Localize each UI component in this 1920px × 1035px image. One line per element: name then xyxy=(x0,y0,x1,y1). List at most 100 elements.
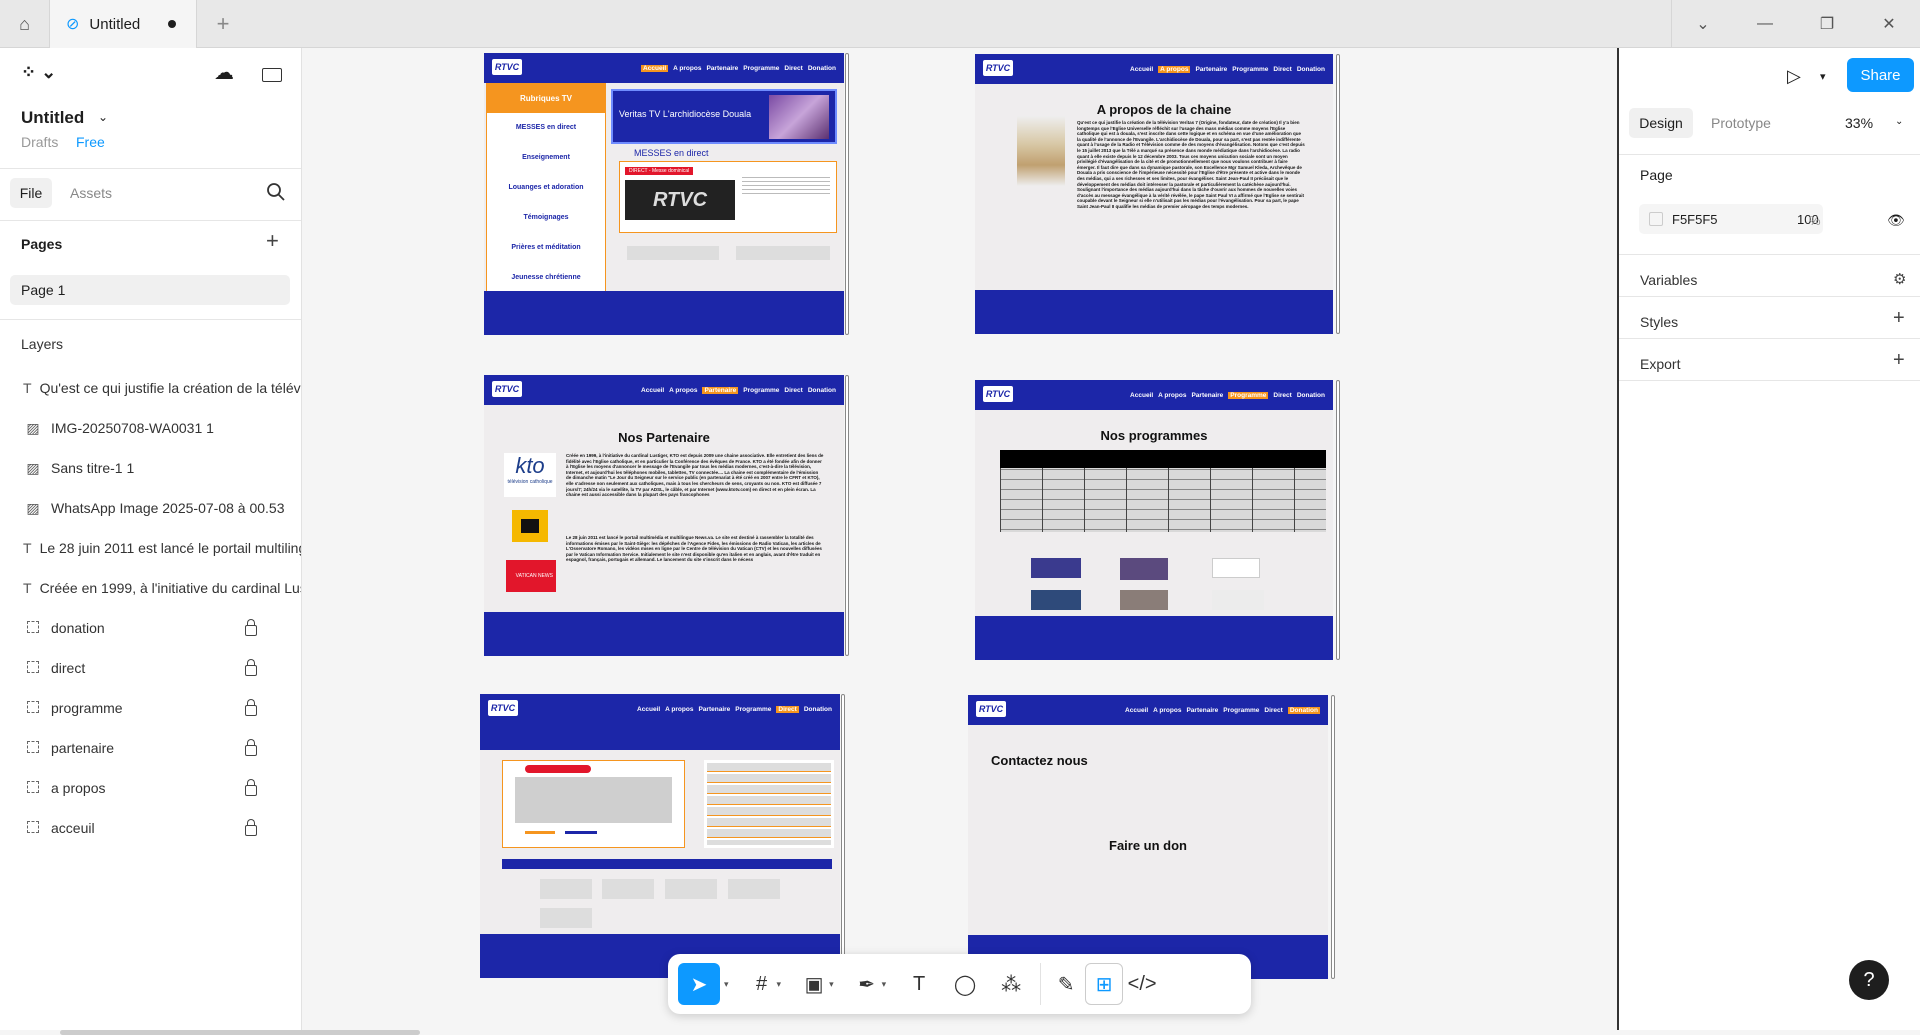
nav-apropos[interactable]: A propos xyxy=(1158,65,1191,73)
layer-row[interactable]: ▨ IMG-20250708-WA0031 1 xyxy=(0,408,301,448)
nav-programme[interactable]: Programme xyxy=(743,387,779,394)
nav-apropos[interactable]: A propos xyxy=(1153,707,1181,714)
location-drafts[interactable]: Drafts xyxy=(21,134,58,150)
layer-row[interactable]: ▨ WhatsApp Image 2025-07-08 à 00.53 xyxy=(0,488,301,528)
nav-accueil[interactable]: Accueil xyxy=(1130,66,1153,73)
layer-row[interactable]: programme xyxy=(0,688,301,728)
home-icon[interactable]: ⌂ xyxy=(0,0,50,48)
move-tool-icon[interactable]: ➤ xyxy=(678,963,720,1005)
layer-row[interactable]: T Le 28 juin 2011 est lancé le portail mu… xyxy=(0,528,301,568)
nav-donation[interactable]: Donation xyxy=(808,65,836,72)
nav-partenaire[interactable]: Partenaire xyxy=(1195,66,1227,73)
zoom-level[interactable]: 33% xyxy=(1845,115,1873,131)
nav-direct[interactable]: Direct xyxy=(1264,707,1282,714)
nav-donation[interactable]: Donation xyxy=(1287,706,1320,714)
layer-row[interactable]: partenaire xyxy=(0,728,301,768)
add-export-button[interactable]: + xyxy=(1893,349,1905,372)
help-button[interactable]: ? xyxy=(1849,960,1889,1000)
layer-row[interactable]: T Créée en 1999, à l'initiative du cardin… xyxy=(0,568,301,608)
plan-badge[interactable]: Free xyxy=(76,134,105,150)
lock-icon[interactable] xyxy=(245,619,257,636)
frame-programme[interactable]: RTVC Accueil A propos Partenaire Programme D… xyxy=(975,380,1333,660)
nav-accueil[interactable]: Accueil xyxy=(641,64,669,72)
nav-apropos[interactable]: A propos xyxy=(673,65,701,72)
color-swatch[interactable] xyxy=(1649,212,1663,226)
variables-settings-icon[interactable]: ⚙ xyxy=(1893,270,1906,288)
chevron-down-icon[interactable]: ⌄ xyxy=(1672,0,1734,48)
layer-row[interactable]: ▨ Sans titre-1 1 xyxy=(0,448,301,488)
frame-scrollbar[interactable] xyxy=(1331,695,1335,979)
restore-button[interactable]: ❐ xyxy=(1796,0,1858,48)
frame-donation[interactable]: RTVC Accueil A propos Partenaire Programme D… xyxy=(968,695,1328,979)
nav-partenaire[interactable]: Partenaire xyxy=(698,706,730,713)
page-item[interactable]: Page 1 xyxy=(10,275,290,305)
nav-apropos[interactable]: A propos xyxy=(1158,392,1186,399)
add-page-button[interactable]: + xyxy=(266,228,279,254)
frame-scrollbar[interactable] xyxy=(1336,54,1340,334)
rubrique-item[interactable]: Louanges et adoration xyxy=(487,173,605,203)
chevron-down-icon[interactable]: ⌄ xyxy=(1895,116,1903,127)
rubrique-item[interactable]: Prières et méditation xyxy=(487,233,605,263)
frame-direct[interactable]: RTVC Accueil A propos Partenaire Programme D… xyxy=(480,694,840,978)
layer-row[interactable]: acceuil xyxy=(0,808,301,848)
file-tab-button[interactable]: File xyxy=(10,178,52,208)
eye-icon[interactable]: 👁 xyxy=(1887,212,1905,229)
frame-scrollbar[interactable] xyxy=(845,375,849,656)
nav-partenaire[interactable]: Partenaire xyxy=(706,65,738,72)
chevron-down-icon[interactable]: ▾ xyxy=(724,979,729,990)
draw-mode-icon[interactable]: ✎ xyxy=(1047,963,1085,1005)
lock-icon[interactable] xyxy=(245,699,257,716)
dev-mode-icon[interactable]: </> xyxy=(1123,963,1161,1005)
nav-donation[interactable]: Donation xyxy=(804,706,832,713)
offline-cloud-icon[interactable]: ☁ xyxy=(214,60,234,85)
nav-programme[interactable]: Programme xyxy=(1223,707,1259,714)
frame-partenaire[interactable]: RTVC Accueil A propos Partenaire Programme D… xyxy=(484,375,844,656)
horizontal-scrollbar[interactable] xyxy=(60,1030,420,1035)
design-tab[interactable]: Design xyxy=(1629,108,1693,138)
layer-row[interactable]: direct xyxy=(0,648,301,688)
frame-acceuil[interactable]: RTVC Accueil A propos Partenaire Programme D… xyxy=(484,53,844,335)
nav-partenaire[interactable]: Partenaire xyxy=(702,386,739,394)
rubrique-item[interactable]: Enseignement xyxy=(487,143,605,173)
nav-partenaire[interactable]: Partenaire xyxy=(1191,392,1223,399)
chevron-down-icon[interactable]: ⌄ xyxy=(98,110,108,124)
frame-scrollbar[interactable] xyxy=(1336,380,1340,660)
nav-direct[interactable]: Direct xyxy=(784,65,802,72)
minimize-button[interactable]: — xyxy=(1734,0,1796,48)
frame-a-propos[interactable]: RTVC Accueil A propos Partenaire Programme D… xyxy=(975,54,1333,334)
nav-apropos[interactable]: A propos xyxy=(665,706,693,713)
nav-direct[interactable]: Direct xyxy=(1273,392,1291,399)
layer-row[interactable]: donation xyxy=(0,608,301,648)
project-name[interactable]: Untitled xyxy=(21,108,84,128)
actions-tool-icon[interactable]: ⁂ xyxy=(988,963,1034,1005)
lock-icon[interactable] xyxy=(245,659,257,676)
design-mode-icon[interactable]: ⊞ xyxy=(1085,963,1124,1005)
play-icon[interactable]: ▷ xyxy=(1787,66,1801,87)
new-tab-button[interactable]: + xyxy=(205,0,241,48)
rubrique-item[interactable]: Jeunesse chrétienne xyxy=(487,263,605,293)
chevron-down-icon[interactable]: ▾ xyxy=(882,979,887,990)
add-style-button[interactable]: + xyxy=(1893,307,1905,330)
chevron-down-icon[interactable]: ▾ xyxy=(777,979,782,990)
nav-programme[interactable]: Programme xyxy=(1232,66,1268,73)
comment-tool-icon[interactable]: ◯ xyxy=(942,963,988,1005)
file-tab[interactable]: ⊘ Untitled xyxy=(50,0,197,48)
nav-partenaire[interactable]: Partenaire xyxy=(1186,707,1218,714)
prototype-tab[interactable]: Prototype xyxy=(1711,115,1771,131)
toggle-sidebar-icon[interactable] xyxy=(262,68,282,82)
rubrique-item[interactable]: MESSES en direct xyxy=(487,113,605,143)
rubrique-item[interactable]: Témoignages xyxy=(487,203,605,233)
layer-row[interactable]: a propos xyxy=(0,768,301,808)
nav-accueil[interactable]: Accueil xyxy=(641,387,664,394)
lock-icon[interactable] xyxy=(245,819,257,836)
lock-icon[interactable] xyxy=(245,779,257,796)
frame-scrollbar[interactable] xyxy=(841,694,845,978)
nav-direct[interactable]: Direct xyxy=(776,705,799,713)
variables-heading[interactable]: Variables xyxy=(1640,272,1697,288)
page-color-field[interactable]: F5F5F5 100 xyxy=(1639,204,1823,234)
share-button[interactable]: Share xyxy=(1847,58,1914,92)
canvas[interactable]: RTVC Accueil A propos Partenaire Programme D… xyxy=(302,48,1617,1030)
frame-scrollbar[interactable] xyxy=(845,53,849,335)
nav-accueil[interactable]: Accueil xyxy=(1125,707,1148,714)
figma-menu-icon[interactable]: ⁘ ⌄ xyxy=(21,62,56,83)
